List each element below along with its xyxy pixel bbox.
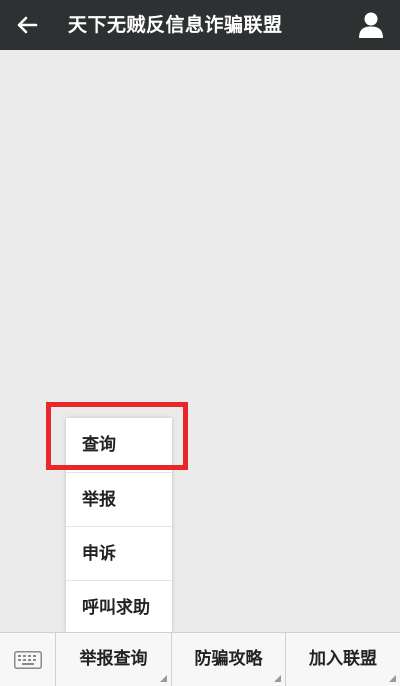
- back-arrow-icon[interactable]: [12, 10, 42, 40]
- bottom-menu-bar: 举报查询 防骗攻略 加入联盟: [0, 632, 400, 686]
- menu-item-appeal[interactable]: 申诉: [66, 526, 172, 580]
- menu-item-call-help[interactable]: 呼叫求助: [66, 580, 172, 634]
- submenu-indicator-icon: [274, 675, 281, 682]
- menu-item-report[interactable]: 举报: [66, 472, 172, 526]
- submenu-indicator-icon: [389, 675, 396, 682]
- tab-label: 举报查询: [79, 649, 148, 669]
- tab-anti-fraud-guide[interactable]: 防骗攻略: [172, 633, 286, 686]
- tab-label: 防骗攻略: [194, 649, 263, 669]
- chat-content-area: [0, 50, 400, 632]
- submenu-indicator-icon: [160, 675, 167, 682]
- header-bar: 天下无贼反信息诈骗联盟: [0, 0, 400, 50]
- tab-report-query[interactable]: 举报查询: [56, 633, 172, 686]
- page-title: 天下无贼反信息诈骗联盟: [68, 14, 283, 36]
- person-icon[interactable]: [358, 11, 384, 39]
- keyboard-icon: [14, 651, 42, 669]
- tab-label: 加入联盟: [309, 649, 377, 669]
- highlight-box: [46, 402, 188, 470]
- keyboard-toggle-button[interactable]: [0, 633, 56, 686]
- tab-join-alliance[interactable]: 加入联盟: [286, 633, 400, 686]
